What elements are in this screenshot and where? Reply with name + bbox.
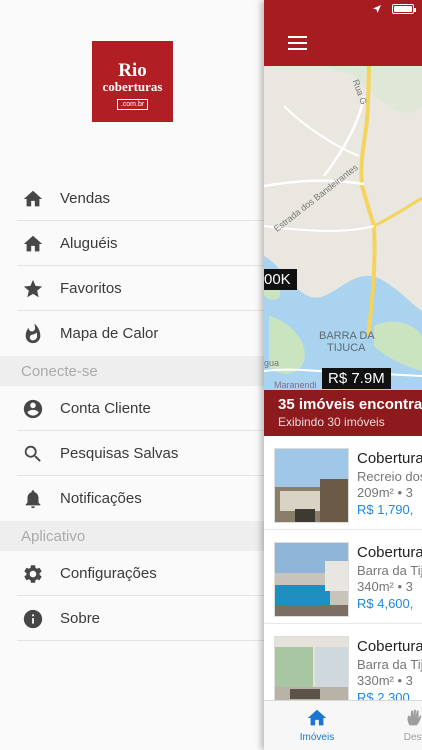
menu-item-label: Conta Cliente: [60, 400, 151, 417]
listing-card[interactable]: Cobertura Barra da Tijuca 340m² • 3 R$ 4…: [264, 530, 422, 624]
menu-item-label: Configurações: [60, 565, 157, 582]
listing-location: Barra da Tijuca: [357, 657, 422, 672]
menu-item-label: Favoritos: [60, 280, 122, 297]
home-icon: [22, 233, 44, 255]
status-bar: [372, 4, 416, 14]
menu-item-conta-cliente[interactable]: Conta Cliente: [0, 386, 264, 431]
app-screen: Rio coberturas .com.br Vendas Aluguéis F…: [0, 0, 422, 750]
logo-line-2: coberturas: [102, 79, 163, 94]
location-arrow-icon: [373, 5, 381, 13]
map-place-label: Maranendi: [274, 380, 317, 390]
section-header-app: Aplicativo: [0, 521, 264, 551]
map-neighborhood-label: BARRA DA TIJUCA: [319, 330, 375, 354]
listing-title: Cobertura: [357, 450, 422, 467]
listing-location: Barra da Tijuca: [357, 563, 422, 578]
tab-destaques[interactable]: Dest: [394, 707, 422, 743]
map-view[interactable]: Rua G Estrada dos Bandeirantes BARRA DA …: [264, 66, 422, 390]
account-circle-icon: [22, 398, 44, 420]
search-icon: [22, 443, 44, 465]
bottom-tab-bar: Imóveis Dest: [264, 700, 422, 750]
navigation-drawer: Rio coberturas .com.br Vendas Aluguéis F…: [0, 0, 264, 750]
listing-location: Recreio dos: [357, 469, 422, 484]
hand-icon: [407, 709, 422, 726]
tab-label: Imóveis: [299, 732, 335, 743]
battery-icon: [392, 4, 416, 14]
logo-line-1: Rio: [118, 60, 147, 81]
drawer-menu: Vendas Aluguéis Favoritos Mapa de Calor …: [0, 176, 264, 641]
menu-item-notificacoes[interactable]: Notificações: [0, 476, 264, 521]
map-neighborhood-line-1: BARRA DA: [319, 330, 375, 342]
results-bar: 35 imóveis encontrados Exibindo 30 imóve…: [264, 390, 422, 436]
tab-label: Dest: [403, 732, 422, 743]
listing-info: Cobertura Barra da Tijuca 330m² • 3 R$ 2…: [357, 638, 422, 705]
menu-item-label: Sobre: [60, 610, 101, 627]
home-icon: [307, 709, 327, 726]
menu-item-alugueis[interactable]: Aluguéis: [0, 221, 264, 266]
listing-info: Cobertura Recreio dos 209m² • 3 R$ 1,790…: [357, 450, 422, 517]
top-app-bar: [264, 0, 422, 66]
results-showing: Exibindo 30 imóveis: [278, 415, 385, 429]
listing-photo: [274, 542, 349, 617]
listing-photo: [274, 448, 349, 523]
gear-icon: [22, 563, 44, 585]
bell-icon: [22, 488, 44, 510]
listing-area: 330m² • 3: [357, 673, 413, 688]
flame-icon: [22, 323, 44, 345]
menu-item-configuracoes[interactable]: Configurações: [0, 551, 264, 596]
section-header-connect: Conecte-se: [0, 356, 264, 386]
listing-title: Cobertura: [357, 544, 422, 561]
menu-item-sobre[interactable]: Sobre: [0, 596, 264, 641]
listing-price: R$ 1,790,: [357, 502, 414, 517]
listing-price: R$ 4,600,: [357, 596, 414, 611]
info-icon: [22, 608, 44, 630]
results-count: 35 imóveis encontrados: [278, 396, 422, 413]
listing-area: 340m² • 3: [357, 579, 413, 594]
listing-list: Cobertura Recreio dos 209m² • 3 R$ 1,790…: [264, 436, 422, 718]
menu-item-label: Mapa de Calor: [60, 325, 159, 342]
main-panel: Rua G Estrada dos Bandeirantes BARRA DA …: [264, 0, 422, 750]
hamburger-menu-icon[interactable]: [288, 36, 307, 50]
map-neighborhood-line-2: TIJUCA: [327, 342, 366, 354]
menu-item-favoritos[interactable]: Favoritos: [0, 266, 264, 311]
listing-info: Cobertura Barra da Tijuca 340m² • 3 R$ 4…: [357, 544, 422, 611]
map-price-marker[interactable]: R$ 7.9M: [322, 368, 391, 389]
menu-item-label: Aluguéis: [60, 235, 118, 252]
menu-item-pesquisas-salvas[interactable]: Pesquisas Salvas: [0, 431, 264, 476]
listing-card[interactable]: Cobertura Recreio dos 209m² • 3 R$ 1,790…: [264, 436, 422, 530]
menu-item-label: Vendas: [60, 190, 111, 207]
map-price-marker[interactable]: 00K: [264, 269, 297, 290]
listing-title: Cobertura: [357, 638, 422, 655]
map-place-label: gua: [264, 358, 280, 368]
menu-item-label: Pesquisas Salvas: [60, 445, 179, 462]
home-icon: [22, 188, 44, 210]
menu-item-mapa-de-calor[interactable]: Mapa de Calor: [0, 311, 264, 356]
menu-item-vendas[interactable]: Vendas: [0, 176, 264, 221]
logo-line-3: .com.br: [116, 99, 149, 110]
listing-area: 209m² • 3: [357, 485, 413, 500]
star-icon: [22, 278, 44, 300]
menu-item-label: Notificações: [60, 490, 142, 507]
tab-imoveis[interactable]: Imóveis: [294, 707, 340, 743]
rio-coberturas-logo: Rio coberturas .com.br: [92, 41, 173, 122]
